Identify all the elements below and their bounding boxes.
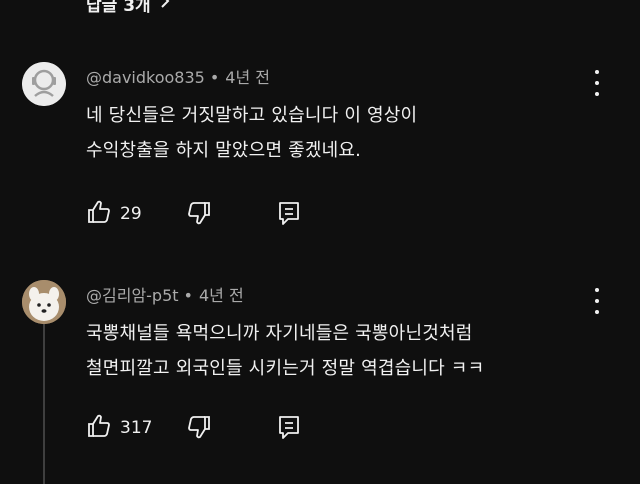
comment-text-line: 철면피깔고 외국인들 시키는거 정말 역겹습니다 ㅋㅋ (86, 358, 485, 379)
comment-text: 네 당신들은 거짓말하고 있습니다 이 영상이수익창출을 하지 말았으면 좋겠네… (86, 98, 417, 168)
comment-actions: 317 (86, 413, 299, 443)
thumbs-down-icon[interactable] (186, 200, 212, 230)
reply-icon[interactable] (276, 200, 302, 230)
more-vert-icon[interactable] (589, 70, 605, 96)
comment-text: 국뽕채널들 욕먹으니까 자기네들은 국뽕아닌것처럼철면피깔고 외국인들 시키는거… (86, 316, 484, 386)
like-button[interactable]: 29 (86, 199, 142, 229)
comment-text-line: 국뽕채널들 욕먹으니까 자기네들은 국뽕아닌것처럼 (86, 323, 473, 344)
comment-time[interactable]: 4년 전 (199, 286, 244, 305)
comment-meta: @davidkoo835 • 4년 전 (86, 68, 270, 87)
thumbs-down-icon[interactable] (186, 414, 212, 444)
comment-actions: 29 (86, 199, 299, 229)
show-replies-button[interactable]: 답글 3개 (86, 0, 171, 16)
comment-text-line: 네 당신들은 거짓말하고 있습니다 이 영상이 (86, 105, 418, 126)
avatar[interactable] (22, 280, 66, 324)
avatar[interactable] (22, 62, 66, 106)
like-button[interactable]: 317 (86, 413, 152, 443)
comment: @김리암-p5t • 4년 전 국뽕채널들 욕먹으니까 자기네들은 국뽕아닌것처럼철… (0, 270, 640, 484)
comment: @davidkoo835 • 4년 전 네 당신들은 거짓말하고 있습니다 이 영상… (0, 52, 640, 232)
replies-count-label: 답글 3개 (86, 0, 151, 16)
comment-text-line: 수익창출을 하지 말았으면 좋겠네요. (86, 140, 362, 161)
reply-icon[interactable] (276, 414, 302, 444)
comment-meta: @김리암-p5t • 4년 전 (86, 286, 244, 305)
like-count: 317 (120, 418, 153, 438)
author-name[interactable]: @davidkoo835 (86, 68, 205, 87)
more-vert-icon[interactable] (589, 288, 605, 314)
thread-line (43, 324, 45, 484)
author-name[interactable]: @김리암-p5t (86, 286, 179, 305)
thumbs-up-icon (86, 199, 112, 229)
comment-time[interactable]: 4년 전 (225, 68, 270, 87)
like-count: 29 (120, 204, 142, 224)
chevron-right-icon (159, 0, 171, 14)
thumbs-up-icon (86, 413, 112, 443)
